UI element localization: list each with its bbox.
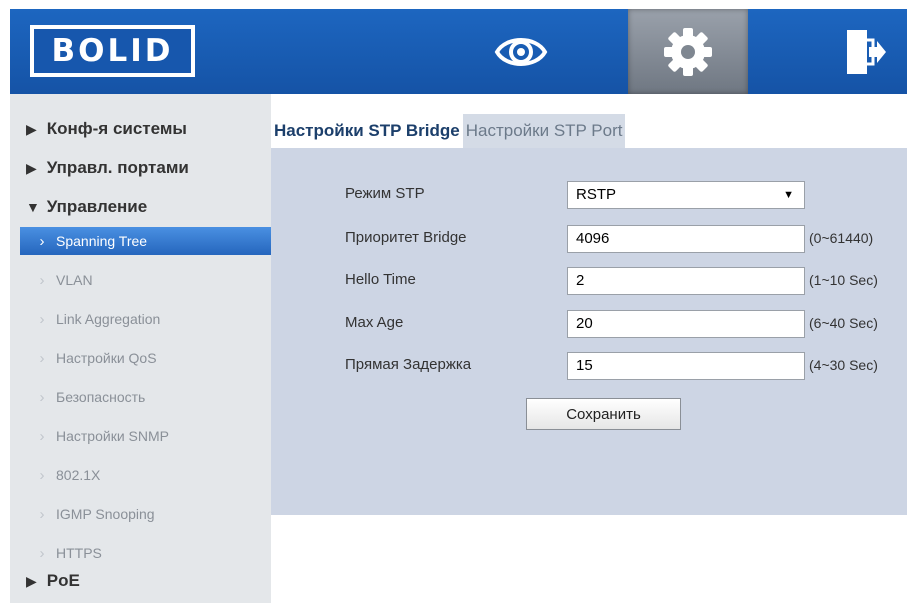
max-age-label: Max Age: [345, 314, 404, 331]
forward-delay-label: Прямая Задержка: [345, 356, 472, 373]
sidebar-group-ports[interactable]: ▶ Управл. портами: [26, 158, 189, 178]
chevron-right-icon: ›: [39, 466, 45, 484]
group-label: PoE: [46, 571, 80, 590]
forward-delay-range: (4~30 Sec): [809, 357, 878, 373]
chevron-right-icon: ›: [39, 271, 45, 289]
sidebar-item-label: Link Aggregation: [56, 311, 161, 327]
triangle-right-icon: ▶: [26, 573, 37, 589]
sidebar-item-vlan[interactable]: › VLAN: [20, 266, 281, 294]
exit-door-icon: [847, 29, 886, 74]
sidebar-item-snmp[interactable]: › Настройки SNMP: [20, 422, 281, 450]
sidebar-item-qos[interactable]: › Настройки QoS: [20, 344, 281, 372]
chevron-right-icon: ›: [39, 232, 45, 250]
stp-mode-label: Режим STP: [345, 185, 425, 202]
sidebar-item-label: HTTPS: [56, 545, 102, 561]
dropdown-arrow-icon: ▼: [783, 189, 794, 201]
logout-button[interactable]: [830, 9, 900, 94]
sidebar-item-link-aggregation[interactable]: › Link Aggregation: [20, 305, 281, 333]
sidebar-item-label: Настройки SNMP: [56, 428, 169, 444]
sidebar-item-8021x[interactable]: › 802.1X: [20, 461, 281, 489]
stp-bridge-settings-panel: Режим STP RSTP ▼ Приоритет Bridge 4096 (…: [271, 148, 907, 515]
settings-button[interactable]: [628, 9, 748, 94]
chevron-right-icon: ›: [39, 544, 45, 562]
sidebar-item-label: IGMP Snooping: [56, 506, 155, 522]
tab-bar: Настройки STP Bridge Настройки STP Port: [271, 114, 626, 148]
stp-mode-select[interactable]: RSTP ▼: [567, 181, 805, 209]
triangle-right-icon: ▶: [26, 121, 37, 137]
stp-mode-value: RSTP: [576, 186, 617, 203]
live-view-button[interactable]: [471, 9, 571, 94]
hello-time-range: (1~10 Sec): [809, 272, 878, 288]
sidebar-item-label: Безопасность: [56, 389, 146, 405]
gear-icon: [664, 27, 712, 76]
sidebar-group-system[interactable]: ▶ Конф-я системы: [26, 119, 187, 139]
hello-time-input[interactable]: 2: [567, 267, 805, 295]
max-age-range: (6~40 Sec): [809, 315, 878, 331]
sidebar-item-label: 802.1X: [56, 467, 101, 483]
chevron-right-icon: ›: [39, 349, 45, 367]
bridge-priority-label: Приоритет Bridge: [345, 229, 467, 246]
hello-time-label: Hello Time: [345, 271, 416, 288]
chevron-right-icon: ›: [39, 310, 45, 328]
sidebar: ▶ Конф-я системы ▶ Управл. портами ▼ Упр…: [10, 94, 281, 603]
tab-stp-bridge[interactable]: Настройки STP Bridge: [271, 114, 463, 148]
chevron-right-icon: ›: [39, 388, 45, 406]
sidebar-item-label: Spanning Tree: [56, 233, 148, 249]
top-bar: BOLID: [10, 9, 907, 94]
sidebar-item-https[interactable]: › HTTPS: [20, 539, 281, 567]
sidebar-item-igmp-snooping[interactable]: › IGMP Snooping: [20, 500, 281, 528]
sidebar-item-label: VLAN: [56, 272, 93, 288]
sidebar-item-label: Настройки QoS: [56, 350, 157, 366]
sidebar-group-management[interactable]: ▼ Управление: [26, 197, 147, 217]
bridge-priority-range: (0~61440): [809, 230, 874, 246]
chevron-right-icon: ›: [39, 427, 45, 445]
forward-delay-input[interactable]: 15: [567, 352, 805, 380]
sidebar-item-security[interactable]: › Безопасность: [20, 383, 281, 411]
max-age-input[interactable]: 20: [567, 310, 805, 338]
tab-stp-port[interactable]: Настройки STP Port: [462, 114, 626, 148]
eye-icon: [494, 37, 548, 66]
group-label: Конф-я системы: [46, 119, 187, 138]
sidebar-group-poe[interactable]: ▶ PoE: [26, 571, 80, 591]
bridge-priority-input[interactable]: 4096: [567, 225, 805, 253]
bolid-logo: BOLID: [30, 25, 195, 77]
chevron-right-icon: ›: [39, 505, 45, 523]
group-label: Управл. портами: [46, 158, 189, 177]
save-button[interactable]: Сохранить: [526, 398, 681, 430]
logo-text: BOLID: [34, 29, 191, 73]
triangle-down-icon: ▼: [26, 199, 40, 215]
sidebar-item-spanning-tree[interactable]: › Spanning Tree: [20, 227, 281, 255]
triangle-right-icon: ▶: [26, 160, 37, 176]
group-label: Управление: [46, 197, 148, 216]
